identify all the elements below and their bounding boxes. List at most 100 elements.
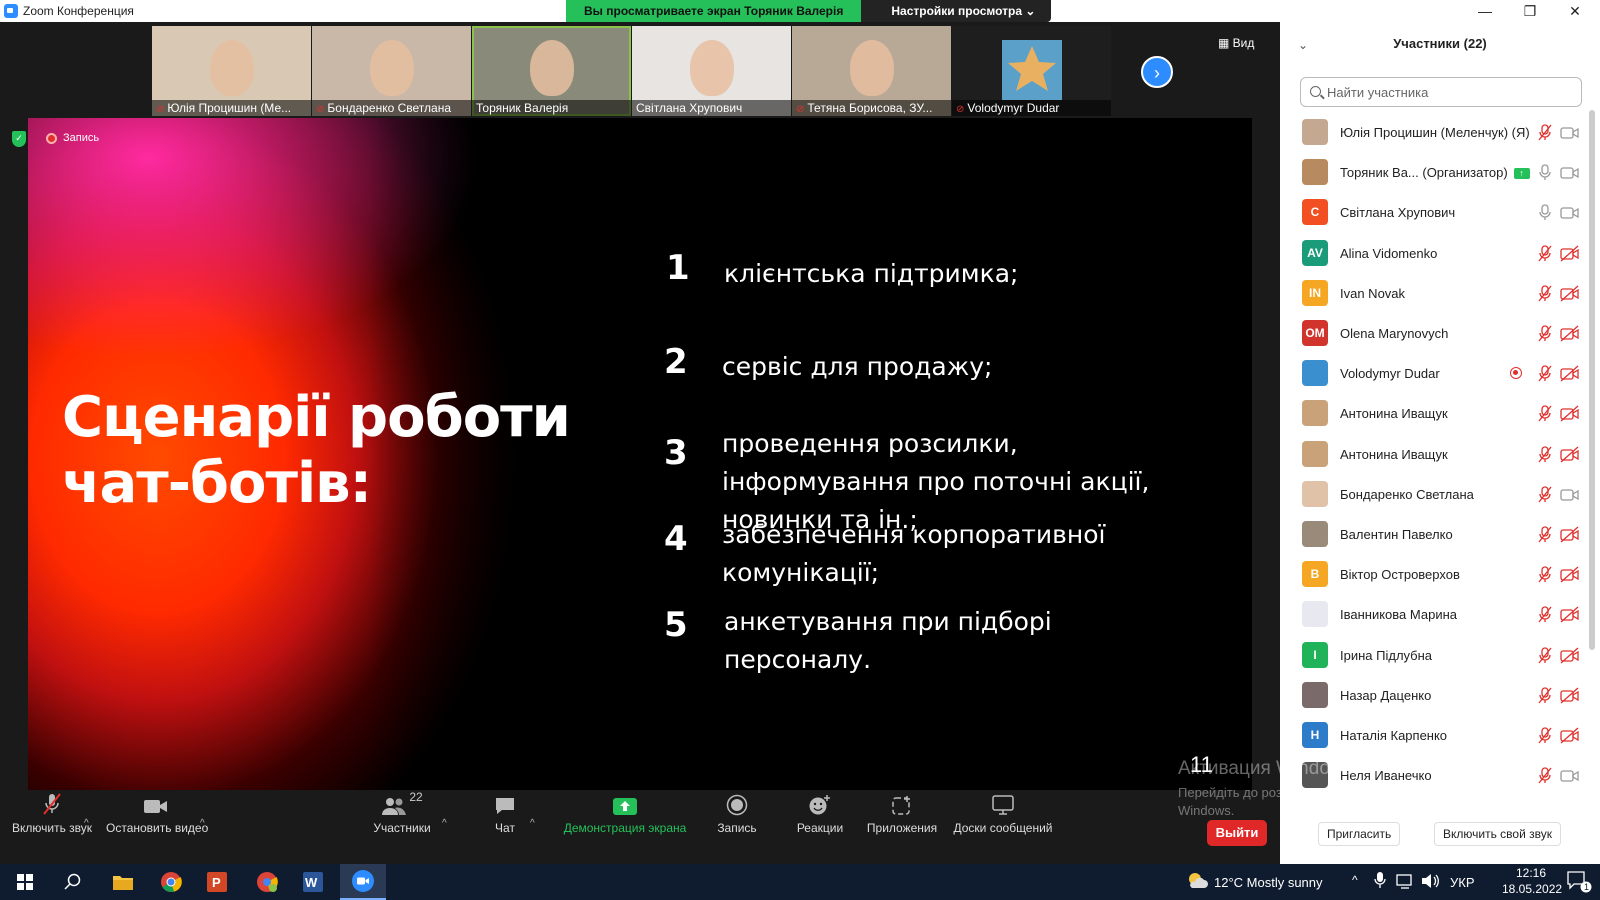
record-icon [712,790,762,816]
video-camera-icon [106,790,206,816]
slide-item-text: сервіс для продажу; [722,352,993,381]
view-button[interactable]: ▦ Вид [1218,36,1254,50]
participant-row[interactable]: Юлія Процишин (Меленчук) (Я) [1280,112,1600,153]
participant-row[interactable]: OM Olena Marynovych [1280,313,1600,354]
participant-row[interactable]: Бондаренко Светлана [1280,474,1600,515]
powerpoint-icon[interactable]: P [202,864,232,900]
windows-start-icon[interactable] [10,864,40,900]
slide-item-number: 3 [664,433,688,473]
video-options-chevron-icon[interactable]: ^ [200,818,205,829]
participant-video-feed [1001,40,1062,100]
video-thumbnail[interactable]: ⊘ Тетяна Борисова, ЗУ... [792,26,951,116]
apps-button[interactable]: Приложения [862,790,942,842]
maximize-button[interactable]: ❐ [1510,0,1550,22]
participant-video-feed [369,40,414,96]
weather-icon[interactable] [1186,870,1208,895]
participant-name: Volodymyr Dudar [1340,366,1440,382]
participant-name: Бондаренко Светлана [1340,486,1474,502]
participant-row[interactable]: І Ірина Підлубна [1280,635,1600,676]
video-thumbnail[interactable]: Торяник Валерія [472,26,631,116]
taskbar-search-icon[interactable] [58,864,88,900]
muted-mic-icon: ⊘ [956,104,965,115]
participant-row[interactable]: В Віктор Островерхов [1280,554,1600,595]
chat-bubble-icon [485,790,525,816]
participant-avatar: OM [1302,320,1328,346]
video-thumbnail[interactable]: ⊘ Volodymyr Dudar [952,26,1111,116]
participant-avatar [1302,159,1328,186]
participant-list-scrollbar[interactable] [1589,110,1595,650]
participants-panel-title: Участники (22) [1393,36,1487,51]
participant-row[interactable]: Валентин Павелко [1280,514,1600,555]
clock-time: 12:16 [1515,866,1547,880]
slide-item-number: 5 [664,605,688,645]
minimize-button[interactable]: — [1465,0,1505,22]
participant-row[interactable]: Volodymyr Dudar [1280,353,1600,394]
participant-avatar [1302,440,1328,467]
file-explorer-icon[interactable] [108,864,138,900]
zoom-logo-icon [4,4,18,18]
slide-item-text: клієнтська підтримка; [724,259,1019,288]
keyboard-language[interactable]: УКР [1450,875,1475,890]
muted-mic-icon: ⊘ [796,104,805,115]
participant-name: Юлія Процишин (Меленчук) (Я) [1340,125,1530,140]
participant-name: Антонина Иващук [1340,406,1448,422]
participant-row[interactable]: Н Наталія Карпенко [1280,715,1600,756]
chrome-icon[interactable] [156,864,186,900]
sharing-screen-icon: ↑ [1513,168,1530,180]
zoom-taskbar-icon[interactable] [340,864,386,900]
participant-row[interactable]: Іванникова Марина [1280,594,1600,635]
recording-indicator[interactable]: Запись [46,132,99,144]
record-button[interactable]: Запись [712,790,762,842]
unmute-me-button[interactable]: Включить свой звук [1434,822,1561,846]
whiteboards-button[interactable]: Доски сообщений [950,790,1056,842]
participant-row[interactable]: AV Alina Vidomenko [1280,233,1600,274]
participant-row[interactable]: Торяник Ва... (Организатор) ↑ [1280,152,1600,193]
unmute-button[interactable]: Включить звук [8,790,96,842]
taskbar-clock[interactable]: 12:16 18.05.2022 [1502,866,1563,896]
leave-meeting-button[interactable]: Выйти [1207,820,1267,846]
chat-options-chevron-icon[interactable]: ^ [530,818,535,829]
invite-button[interactable]: Пригласить [1318,822,1401,846]
participant-search-input[interactable]: Найти участника [1300,77,1582,107]
video-thumbnail[interactable]: Світлана Хрупович [632,26,791,116]
stop-video-button[interactable]: Остановить видео [106,790,208,842]
whiteboard-icon [950,790,1056,816]
apps-icon [862,790,942,816]
volume-icon[interactable] [1420,873,1440,892]
chrome-profile-icon[interactable] [252,864,282,900]
weather-text[interactable]: 12°C Mostly sunny [1214,875,1323,890]
slide-item-number: 4 [664,519,688,559]
word-icon[interactable]: W [298,864,328,900]
participant-name: Віктор Островерхов [1340,567,1460,583]
video-thumbnail[interactable]: ⊘ Юлія Процишин (Ме... [152,26,311,116]
participant-row[interactable]: IN Ivan Novak [1280,273,1600,314]
participant-row[interactable]: С Світлана Хрупович [1280,192,1600,233]
clock-date: 18.05.2022 [1502,882,1563,896]
network-icon[interactable] [1396,873,1414,892]
chat-button[interactable]: Чат [485,790,525,842]
participant-avatar: В [1302,561,1328,588]
view-settings-button[interactable]: Настройки просмотра ⌄ [861,0,1052,22]
audio-options-chevron-icon[interactable]: ^ [84,818,89,829]
slide-item-text: забезпечення корпоративної комунікації; [722,520,1106,587]
participant-video-feed [209,40,254,96]
muted-mic-icon: ⊘ [156,104,165,115]
participant-video-feed [529,40,574,96]
reactions-button[interactable]: Реакции [790,790,850,842]
participant-row[interactable]: Антонина Иващук [1280,434,1600,475]
thumbnail-name-label: ⊘ Юлія Процишин (Ме... [152,100,311,116]
tray-chevron-icon[interactable]: ^ [1352,873,1358,887]
share-screen-button[interactable]: Демонстрация экрана [560,790,690,842]
security-shield-icon[interactable]: ✓ [12,131,26,147]
notifications-icon[interactable]: 1 [1566,869,1592,896]
participant-row[interactable]: Антонина Иващук [1280,393,1600,434]
participant-row[interactable]: Назар Даценко [1280,675,1600,716]
participants-options-chevron-icon[interactable]: ^ [442,818,447,829]
close-button[interactable]: ✕ [1555,0,1595,22]
next-page-icon[interactable]: › [1141,56,1173,88]
tray-mic-icon[interactable] [1374,871,1386,892]
video-thumbnail[interactable]: ⊘ Бондаренко Светлана [312,26,471,116]
participant-avatar: IN [1302,279,1328,306]
thumbnail-name-label: ⊘ Volodymyr Dudar [952,100,1111,116]
participants-button[interactable]: 22 Участники [362,790,442,842]
